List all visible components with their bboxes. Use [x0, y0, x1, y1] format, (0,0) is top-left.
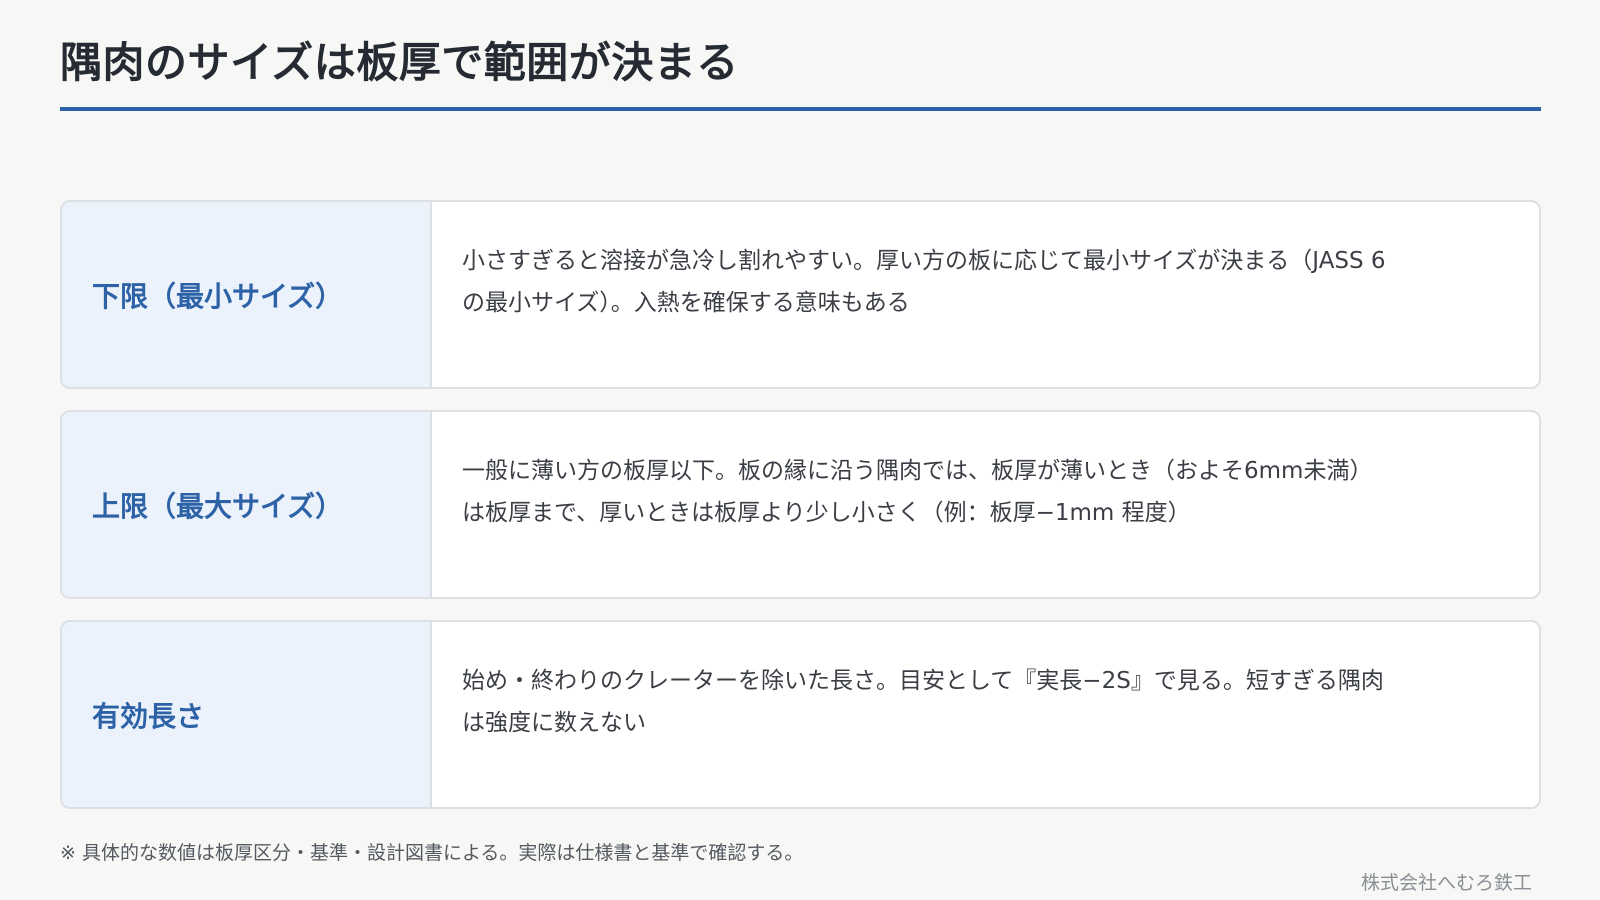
row-effective-length: 有効長さ 始め・終わりのクレーターを除いた長さ。目安として『実長−2S』で見る。…	[60, 620, 1541, 809]
page-title: 隅肉のサイズは板厚で範囲が決まる	[60, 38, 739, 87]
spec-table: 下限（最小サイズ） 小さすぎると溶接が急冷し割れやすい。厚い方の板に応じて最小サ…	[60, 200, 1541, 830]
row-description: 始め・終わりのクレーターを除いた長さ。目安として『実長−2S』で見る。短すぎる隅…	[462, 668, 1384, 736]
title-underline	[60, 107, 1541, 111]
row-label: 上限（最大サイズ）	[62, 412, 432, 597]
company-name: 株式会社へむろ鉄工	[1360, 872, 1532, 894]
row-maximum-size: 上限（最大サイズ） 一般に薄い方の板厚以下。板の縁に沿う隅肉では、板厚が薄いとき…	[60, 410, 1541, 599]
footnote: ※ 具体的な数値は板厚区分・基準・設計図書による。実際は仕様書と基準で確認する。	[60, 842, 804, 864]
row-label: 有効長さ	[62, 622, 432, 807]
row-minimum-size: 下限（最小サイズ） 小さすぎると溶接が急冷し割れやすい。厚い方の板に応じて最小サ…	[60, 200, 1541, 389]
row-description: 小さすぎると溶接が急冷し割れやすい。厚い方の板に応じて最小サイズが決まる（JAS…	[462, 248, 1386, 316]
row-label: 下限（最小サイズ）	[62, 202, 432, 387]
row-description: 一般に薄い方の板厚以下。板の縁に沿う隅肉では、板厚が薄いとき（およそ6mm未満）…	[462, 458, 1373, 526]
